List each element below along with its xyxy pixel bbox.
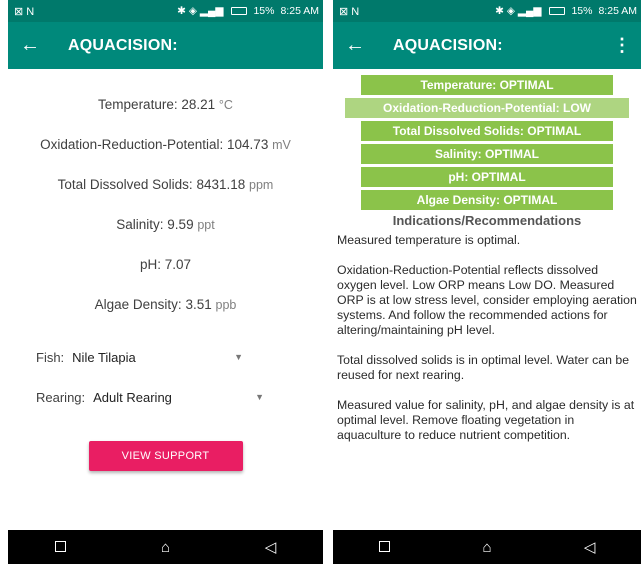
- recommendation-paragraph: Measured value for salinity, pH, and alg…: [337, 398, 635, 442]
- fish-label: Fish:: [36, 349, 65, 365]
- battery-icon: [231, 7, 248, 15]
- notification-icons: ⊠ N: [14, 5, 35, 18]
- rearing-value[interactable]: Adult Rearing: [93, 390, 243, 405]
- status-right: ✱ ◈ ▂▄▆ 15% 8:25 AM: [177, 5, 319, 17]
- notification-icons: ⊠ N: [339, 5, 360, 18]
- home-icon[interactable]: ⌂: [151, 539, 181, 556]
- input-screen: ⊠ N ✱ ◈ ▂▄▆ 15% 8:25 AM ← AQUACISION: Te…: [8, 0, 323, 564]
- nav-bar: ⌂ ◁: [333, 530, 641, 564]
- view-support-button[interactable]: VIEW SUPPORT: [88, 441, 243, 471]
- reading-unit: ppt: [197, 218, 215, 232]
- status-left-icons: ⊠ N: [14, 5, 34, 18]
- support-wrap: VIEW SUPPORT: [8, 441, 323, 471]
- reading-orp: Oxidation-Reduction-Potential: 104.73 mV: [8, 137, 323, 177]
- reading-tds: Total Dissolved Solids: 8431.18 ppm: [8, 177, 323, 217]
- reading-unit: °C: [218, 98, 233, 112]
- app-bar: ← AQUACISION:: [8, 22, 323, 69]
- rearing-spinner[interactable]: Rearing: Adult Rearing ▼: [36, 377, 323, 417]
- reading-value: 104.73: [227, 137, 269, 152]
- back-arrow-icon[interactable]: ←: [345, 34, 375, 57]
- status-orp: Oxidation-Reduction-Potential: LOW: [345, 98, 629, 118]
- reading-label: Salinity:: [116, 217, 164, 232]
- reading-label: Total Dissolved Solids:: [57, 177, 193, 192]
- screenshot-stage: ⊠ N ✱ ◈ ▂▄▆ 15% 8:25 AM ← AQUACISION: Te…: [0, 0, 641, 564]
- status-left-icons: ⊠ N: [339, 5, 359, 18]
- reading-label: Oxidation-Reduction-Potential:: [40, 137, 224, 152]
- rearing-label: Rearing:: [36, 389, 86, 405]
- reading-temperature: Temperature: 28.21 °C: [8, 97, 323, 137]
- reading-unit: ppb: [215, 298, 237, 312]
- app-bar: ← AQUACISION: ⋮: [333, 22, 641, 69]
- reading-algae: Algae Density: 3.51 ppb: [8, 297, 323, 337]
- reading-label: Temperature:: [98, 97, 178, 112]
- reading-value: 7.07: [164, 257, 192, 272]
- recommendation-paragraph: Total dissolved solids is in optimal lev…: [337, 353, 630, 382]
- signal-icons: ✱ ◈ ▂▄▆: [495, 5, 542, 17]
- reading-unit: ppm: [249, 178, 274, 192]
- clock: 8:25 AM: [280, 5, 319, 17]
- recommendation-paragraph: Measured temperature is optimal.: [337, 233, 521, 247]
- battery-level: 15%: [253, 5, 275, 17]
- app-title: AQUACISION:: [68, 36, 178, 54]
- dropdown-arrow-icon[interactable]: ▼: [255, 392, 264, 402]
- status-bar: ⊠ N ✱ ◈ ▂▄▆ 15% 8:25 AM: [333, 0, 641, 22]
- reading-value: 28.21: [181, 97, 216, 112]
- signal-icons: ✱ ◈ ▂▄▆: [177, 5, 224, 17]
- recommendations-text: Measured temperature is optimal. Oxidati…: [333, 228, 641, 443]
- status-list: Temperature: OPTIMAL Oxidation-Reduction…: [333, 75, 641, 210]
- back-triangle-icon[interactable]: ◁: [256, 538, 286, 556]
- status-salinity: Salinity: OPTIMAL: [361, 144, 613, 164]
- status-ph: pH: OPTIMAL: [361, 167, 613, 187]
- back-triangle-icon[interactable]: ◁: [575, 538, 605, 556]
- reading-salinity: Salinity: 9.59 ppt: [8, 217, 323, 257]
- status-right: ✱ ◈ ▂▄▆ 15% 8:25 AM: [495, 5, 637, 17]
- reading-value: 8431.18: [196, 177, 246, 192]
- recents-icon[interactable]: [46, 539, 76, 556]
- recommendation-paragraph: Oxidation-Reduction-Potential reflects d…: [337, 263, 637, 337]
- results-screen: ⊠ N ✱ ◈ ▂▄▆ 15% 8:25 AM ← AQUACISION: ⋮ …: [333, 0, 641, 564]
- clock: 8:25 AM: [598, 5, 637, 17]
- back-arrow-icon[interactable]: ←: [20, 34, 50, 57]
- status-tds: Total Dissolved Solids: OPTIMAL: [361, 121, 613, 141]
- more-vert-icon[interactable]: ⋮: [613, 35, 631, 56]
- app-title: AQUACISION:: [393, 36, 503, 54]
- fish-spinner[interactable]: Fish: Nile Tilapia ▼: [36, 337, 323, 377]
- reading-label: pH:: [139, 257, 161, 272]
- readings-list: Temperature: 28.21 °C Oxidation-Reductio…: [8, 69, 323, 337]
- status-algae: Algae Density: OPTIMAL: [361, 190, 613, 210]
- status-temperature: Temperature: OPTIMAL: [361, 75, 613, 95]
- dropdown-arrow-icon[interactable]: ▼: [234, 352, 243, 362]
- reading-value: 3.51: [185, 297, 212, 312]
- home-icon[interactable]: ⌂: [472, 539, 502, 556]
- fish-value[interactable]: Nile Tilapia: [72, 350, 222, 365]
- reading-ph: pH: 7.07: [8, 257, 323, 297]
- recents-icon[interactable]: [369, 539, 399, 556]
- reading-value: 9.59: [167, 217, 194, 232]
- status-bar: ⊠ N ✱ ◈ ▂▄▆ 15% 8:25 AM: [8, 0, 323, 22]
- battery-level: 15%: [571, 5, 593, 17]
- nav-bar: ⌂ ◁: [8, 530, 323, 564]
- battery-icon: [549, 7, 566, 15]
- reading-unit: mV: [272, 138, 291, 152]
- recommendations-title: Indications/Recommendations: [392, 213, 582, 228]
- reading-label: Algae Density:: [94, 297, 182, 312]
